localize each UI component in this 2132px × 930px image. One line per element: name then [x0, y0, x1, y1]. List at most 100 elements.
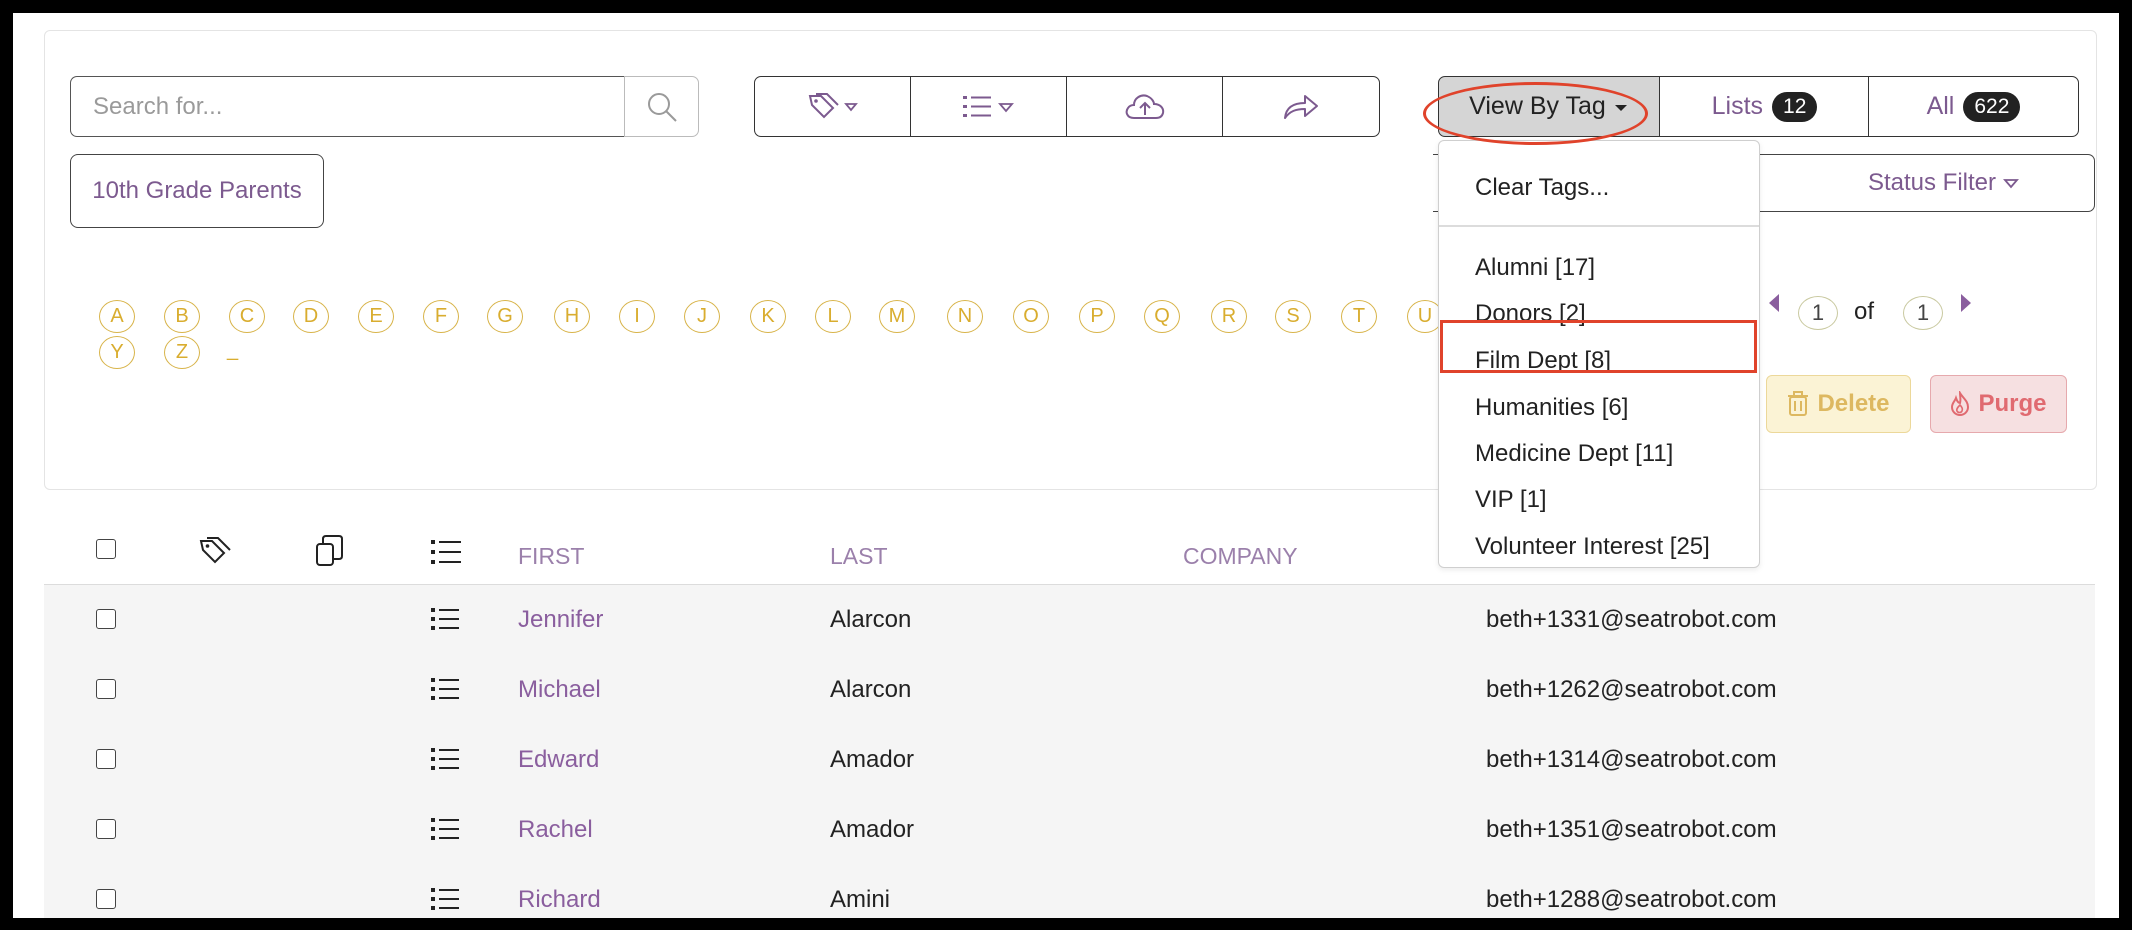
tag-icon	[808, 92, 858, 118]
letter-filter-r[interactable]: R	[1211, 300, 1247, 333]
letter-filter-i[interactable]: I	[619, 300, 655, 333]
tag-icon[interactable]	[198, 536, 234, 566]
search-input[interactable]	[70, 76, 625, 137]
share-button[interactable]	[1222, 76, 1380, 137]
table-row: Edward Amador beth+1314@seatrobot.com	[44, 725, 2095, 796]
row-checkbox[interactable]	[96, 889, 116, 909]
email: beth+1288@seatrobot.com	[1486, 886, 1777, 913]
column-header-company[interactable]: COMPANY	[1183, 543, 1298, 570]
search-icon	[647, 92, 677, 122]
table-header: FIRST LAST COMPANY	[44, 510, 2095, 586]
delete-button[interactable]: Delete	[1766, 375, 1911, 433]
letter-filter-m[interactable]: M	[879, 300, 915, 333]
status-filter-label: Status Filter	[1867, 169, 1996, 196]
list-menu-button[interactable]	[910, 76, 1068, 137]
letter-filter-t[interactable]: T	[1341, 300, 1377, 333]
next-page-icon[interactable]	[1959, 292, 1973, 314]
dropdown-item-tag[interactable]: Volunteer Interest [25]	[1475, 533, 1710, 561]
dropdown-divider	[1439, 225, 1759, 227]
caret-down-icon	[2003, 179, 2019, 189]
select-all-checkbox[interactable]	[96, 539, 116, 559]
letter-filter-d[interactable]: D	[293, 300, 329, 333]
delete-label: Delete	[1817, 390, 1890, 417]
letter-filter-j[interactable]: J	[684, 300, 720, 333]
purge-button[interactable]: Purge	[1930, 375, 2067, 433]
all-label: All	[1926, 92, 1955, 120]
letter-filter-o[interactable]: O	[1013, 300, 1049, 333]
first-name-link[interactable]: Edward	[518, 746, 599, 774]
letter-filter-e[interactable]: E	[358, 300, 394, 333]
prev-page-icon[interactable]	[1767, 292, 1781, 314]
lists-count-badge: 12	[1772, 91, 1818, 122]
table-row: Michael Alarcon beth+1262@seatrobot.com	[44, 655, 2095, 726]
table-row: Richard Amini beth+1288@seatrobot.com	[44, 865, 2095, 918]
annotation-box-film-dept	[1440, 320, 1757, 373]
dropdown-item-tag[interactable]: Alumni [17]	[1475, 254, 1595, 282]
list-icon[interactable]	[430, 676, 460, 702]
last-name: Alarcon	[830, 606, 912, 633]
upload-button[interactable]	[1066, 76, 1224, 137]
letter-filter-p[interactable]: P	[1079, 300, 1115, 333]
list-icon[interactable]	[430, 606, 460, 632]
dropdown-item-tag[interactable]: Humanities [6]	[1475, 394, 1628, 422]
row-checkbox[interactable]	[96, 609, 116, 629]
first-name-link[interactable]: Richard	[518, 886, 601, 914]
dropdown-item-tag[interactable]: Medicine Dept [11]	[1475, 440, 1673, 468]
letter-filter-s[interactable]: S	[1275, 300, 1311, 333]
letter-filter-z[interactable]: Z	[164, 336, 200, 369]
email: beth+1351@seatrobot.com	[1486, 816, 1777, 843]
email: beth+1331@seatrobot.com	[1486, 606, 1777, 633]
letter-filter-c[interactable]: C	[229, 300, 265, 333]
all-count-badge: 622	[1963, 91, 2021, 122]
email: beth+1262@seatrobot.com	[1486, 676, 1777, 703]
share-arrow-icon	[1284, 94, 1318, 119]
letter-filter-n[interactable]: N	[947, 300, 983, 333]
tag-menu-button[interactable]	[754, 76, 912, 137]
app-frame: View By Tag Lists 12 All 622 10th Grade …	[13, 13, 2119, 918]
list-icon	[963, 95, 1014, 117]
letter-filter-b[interactable]: B	[164, 300, 200, 333]
letter-filter-y[interactable]: Y	[99, 336, 135, 369]
letter-filter-g[interactable]: G	[487, 300, 523, 333]
list-icon[interactable]	[430, 746, 460, 772]
list-icon[interactable]	[430, 538, 462, 566]
list-icon[interactable]	[430, 886, 460, 912]
letter-filter-a[interactable]: A	[99, 300, 135, 333]
copy-icon[interactable]	[314, 534, 344, 568]
annotation-ellipse-view-by-tag	[1423, 82, 1648, 145]
letter-filter-q[interactable]: Q	[1144, 300, 1180, 333]
dropdown-item-clear-tags[interactable]: Clear Tags...	[1475, 174, 1609, 202]
letter-filter-l[interactable]: L	[815, 300, 851, 333]
letter-filter-k[interactable]: K	[750, 300, 786, 333]
letter-filter-h[interactable]: H	[554, 300, 590, 333]
column-header-first[interactable]: FIRST	[518, 543, 584, 570]
last-name: Amini	[830, 886, 891, 913]
cloud-upload-icon	[1125, 94, 1165, 119]
first-name-link[interactable]: Jennifer	[518, 606, 603, 634]
table-row: Rachel Amador beth+1351@seatrobot.com	[44, 795, 2095, 866]
column-header-last[interactable]: LAST	[830, 543, 888, 570]
trash-icon	[1788, 391, 1809, 416]
lists-label: Lists	[1711, 92, 1764, 120]
first-name-link[interactable]: Michael	[518, 676, 601, 704]
row-checkbox[interactable]	[96, 679, 116, 699]
first-name-link[interactable]: Rachel	[518, 816, 593, 844]
total-pages: 1	[1903, 296, 1943, 330]
search-button[interactable]	[624, 76, 699, 137]
table-row: Jennifer Alarcon beth+1331@seatrobot.com	[44, 585, 2095, 656]
row-checkbox[interactable]	[96, 749, 116, 769]
all-button[interactable]: All 622	[1868, 76, 2079, 137]
dropdown-item-tag[interactable]: VIP [1]	[1475, 486, 1547, 514]
lists-button[interactable]: Lists 12	[1659, 76, 1870, 137]
row-checkbox[interactable]	[96, 819, 116, 839]
email: beth+1314@seatrobot.com	[1486, 746, 1777, 773]
letter-filter-f[interactable]: F	[423, 300, 459, 333]
purge-label: Purge	[1978, 390, 2047, 417]
tag-chip[interactable]: 10th Grade Parents	[70, 154, 324, 228]
pagination-of: of	[1854, 298, 1875, 325]
current-page[interactable]: 1	[1798, 296, 1838, 330]
list-icon[interactable]	[430, 816, 460, 842]
last-name: Amador	[830, 746, 915, 773]
letter-underscore[interactable]: _	[227, 339, 238, 362]
fire-icon	[1951, 391, 1970, 417]
